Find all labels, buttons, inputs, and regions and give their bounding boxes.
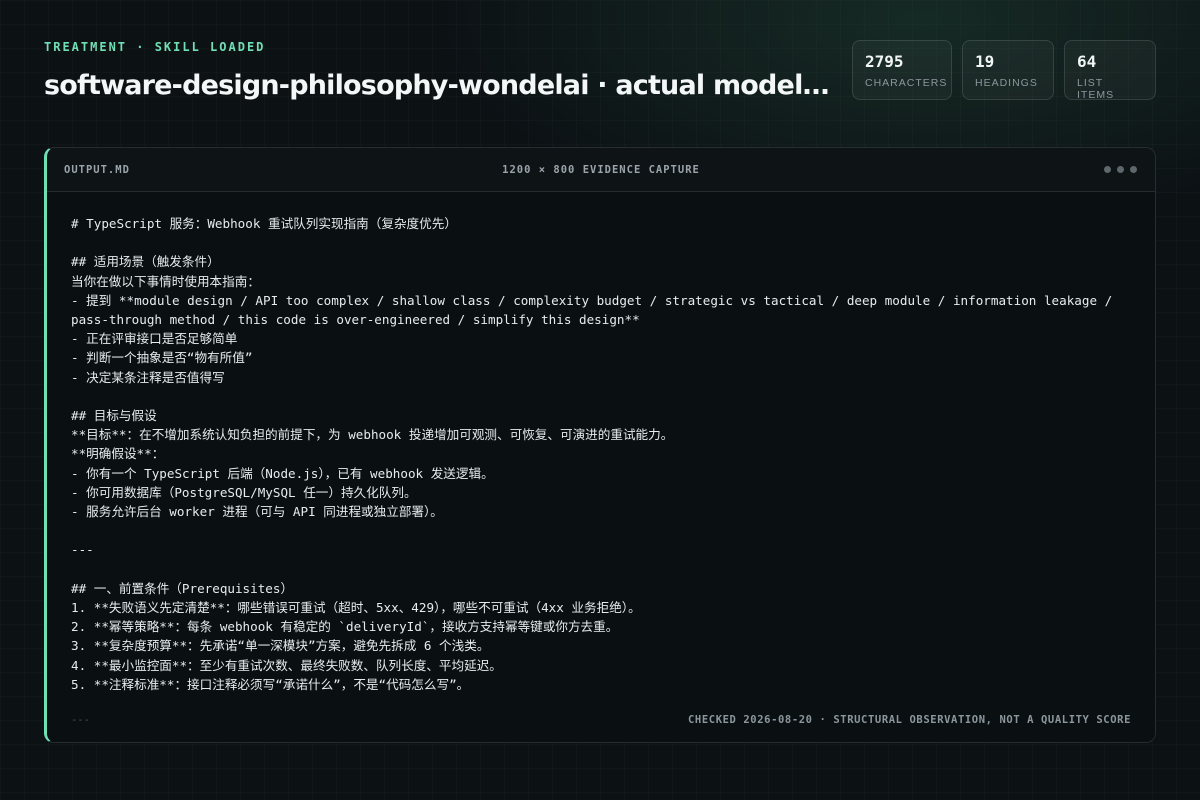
stats-group: 2795 CHARACTERS 19 HEADINGS 64 LIST ITEM…: [852, 40, 1156, 101]
content-line: 3. **复杂度预算**：先承诺“单一深模块”方案，避免先拆成 6 个浅类。: [71, 638, 490, 654]
panel-titlebar: OUTPUT.MD 1200 × 800 EVIDENCE CAPTURE: [47, 148, 1155, 192]
stat-value: 2795: [865, 52, 904, 71]
content-line: ## 一、前置条件（Prerequisites）: [71, 580, 294, 596]
content-line: **目标**：在不增加系统认知负担的前提下，为 webhook 投递增加可观测、…: [71, 427, 674, 443]
dot-icon: [1104, 166, 1111, 173]
footer-note: CHECKED 2026-08-20 · STRUCTURAL OBSERVAT…: [688, 714, 1131, 726]
dot-icon: [1117, 166, 1124, 173]
content-line: [71, 387, 1131, 406]
content-line: # TypeScript 服务：Webhook 重试队列实现指南（复杂度优先）: [71, 216, 457, 231]
content-line: [71, 521, 1131, 540]
content-line: [71, 560, 1131, 579]
content-line: - 决定某条注释是否值得写: [71, 369, 225, 385]
content-line: 1. **失败语义先定清楚**：哪些错误可重试（超时、5xx、429），哪些不可…: [71, 600, 641, 615]
content-line: ---: [71, 542, 94, 558]
content-line: - 服务允许后台 worker 进程（可与 API 同进程或独立部署）。: [71, 504, 443, 520]
stat-value: 19: [975, 52, 995, 71]
markdown-content[interactable]: # TypeScript 服务：Webhook 重试队列实现指南（复杂度优先） #…: [47, 192, 1155, 692]
stat-characters: 2795 CHARACTERS: [852, 40, 952, 100]
panel-footer: --- CHECKED 2026-08-20 · STRUCTURAL OBSE…: [47, 698, 1155, 742]
output-panel: OUTPUT.MD 1200 × 800 EVIDENCE CAPTURE # …: [44, 147, 1156, 743]
content-line: ## 目标与假设: [71, 408, 157, 423]
content-line: 当你在做以下事情时使用本指南：: [71, 273, 260, 289]
content-line: [71, 233, 1131, 252]
stat-headings: 19 HEADINGS: [962, 40, 1054, 100]
stat-label: HEADINGS: [975, 77, 1038, 89]
content-line: - 正在评审接口是否足够简单: [71, 331, 238, 347]
page-header: TREATMENT · SKILL LOADED software-design…: [44, 40, 834, 101]
content-line: - 判断一个抽象是否“物有所值”: [71, 350, 253, 366]
stat-value: 64: [1077, 52, 1097, 71]
footer-rule: ---: [71, 714, 90, 726]
stat-label: CHARACTERS: [865, 77, 948, 89]
capture-caption: 1200 × 800 EVIDENCE CAPTURE: [502, 163, 700, 176]
content-line: **明确假设**：: [71, 446, 165, 462]
stat-list-items: 64 LIST ITEMS: [1064, 40, 1156, 101]
content-line: ## 适用场景（触发条件）: [71, 254, 220, 270]
page-title: software-design-philosophy-wondelai · ac…: [44, 70, 834, 101]
dot-icon: [1130, 166, 1137, 173]
content-line: - 你有一个 TypeScript 后端（Node.js），已有 webhook…: [71, 465, 494, 481]
content-line: 2. **幂等策略**：每条 webhook 有稳定的 `deliveryId`…: [71, 619, 619, 635]
eyebrow-label: TREATMENT · SKILL LOADED: [44, 40, 266, 54]
file-name: OUTPUT.MD: [64, 163, 130, 176]
content-line: - 提到 **module design / API too complex /…: [71, 292, 1120, 327]
content-line: 4. **最小监控面**：至少有重试次数、最终失败数、队列长度、平均延迟。: [71, 657, 502, 673]
window-dots: [1104, 166, 1137, 173]
stat-label: LIST ITEMS: [1077, 77, 1115, 101]
content-line: - 你可用数据库（PostgreSQL/MySQL 任一）持久化队列。: [71, 484, 417, 500]
content-line: 5. **注释标准**：接口注释必须写“承诺什么”，不是“代码怎么写”。: [71, 676, 470, 692]
